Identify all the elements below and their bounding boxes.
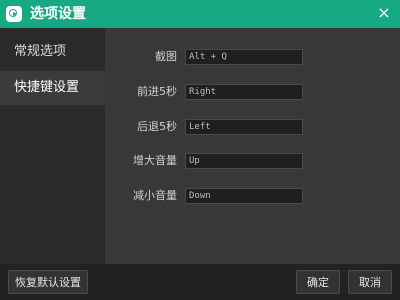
sidebar: 常规选项 快捷键设置 — [0, 28, 105, 264]
shortcut-input-volume-down[interactable]: Down — [185, 188, 303, 204]
window-title: 选项设置 — [30, 6, 86, 22]
shortcut-label-screenshot: 截图 — [155, 50, 177, 63]
cancel-button[interactable]: 取消 — [348, 270, 392, 294]
app-logo-play — [13, 12, 17, 16]
reset-defaults-button[interactable]: 恢复默认设置 — [8, 270, 88, 294]
shortcut-input-forward[interactable]: Right — [185, 84, 303, 100]
shortcut-input-backward[interactable]: Left — [185, 119, 303, 135]
ok-button[interactable]: 确定 — [296, 270, 340, 294]
close-icon[interactable]: × — [376, 3, 392, 23]
shortcut-label-backward: 后退5秒 — [137, 120, 177, 133]
shortcut-label-volume-up: 增大音量 — [133, 154, 177, 167]
shortcut-input-volume-up[interactable]: Up — [185, 153, 303, 169]
sidebar-item-general[interactable]: 常规选项 — [0, 35, 105, 69]
shortcut-label-volume-down: 减小音量 — [133, 189, 177, 202]
footer-bar: 恢复默认设置 确定 取消 — [0, 264, 400, 300]
options-dialog: 选项设置 × 常规选项 快捷键设置 截图 Alt + Q 前进5秒 Right … — [0, 0, 400, 300]
shortcut-input-screenshot[interactable]: Alt + Q — [185, 49, 303, 65]
shortcut-label-forward: 前进5秒 — [137, 85, 177, 98]
sidebar-item-shortcuts[interactable]: 快捷键设置 — [0, 71, 105, 105]
title-bar: 选项设置 × — [0, 0, 400, 28]
app-logo-icon — [6, 6, 22, 22]
shortcut-settings-panel: 截图 Alt + Q 前进5秒 Right 后退5秒 Left 增大音量 Up … — [105, 28, 400, 264]
